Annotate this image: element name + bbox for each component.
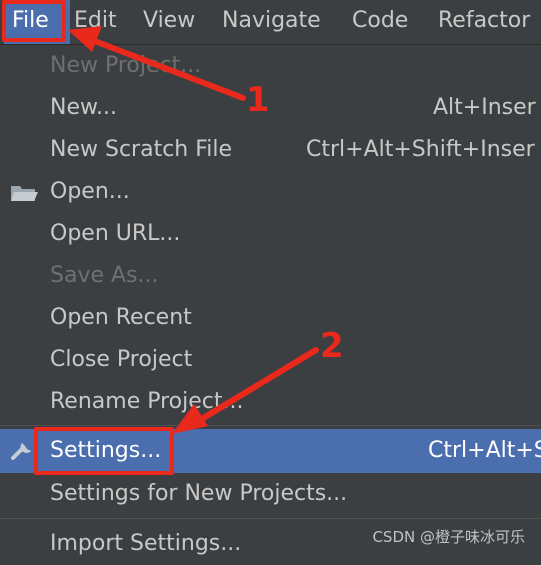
annotation-arrows	[68, 26, 319, 434]
step-number-1: 1	[246, 80, 270, 120]
arrow-to-file	[89, 37, 246, 101]
watermark: CSDN @橙子味冰可乐	[372, 528, 525, 546]
arrow-head-1	[68, 26, 102, 52]
arrow-head-2	[172, 404, 208, 434]
arrow-to-settings	[197, 347, 319, 423]
step-number-2: 2	[320, 326, 344, 366]
